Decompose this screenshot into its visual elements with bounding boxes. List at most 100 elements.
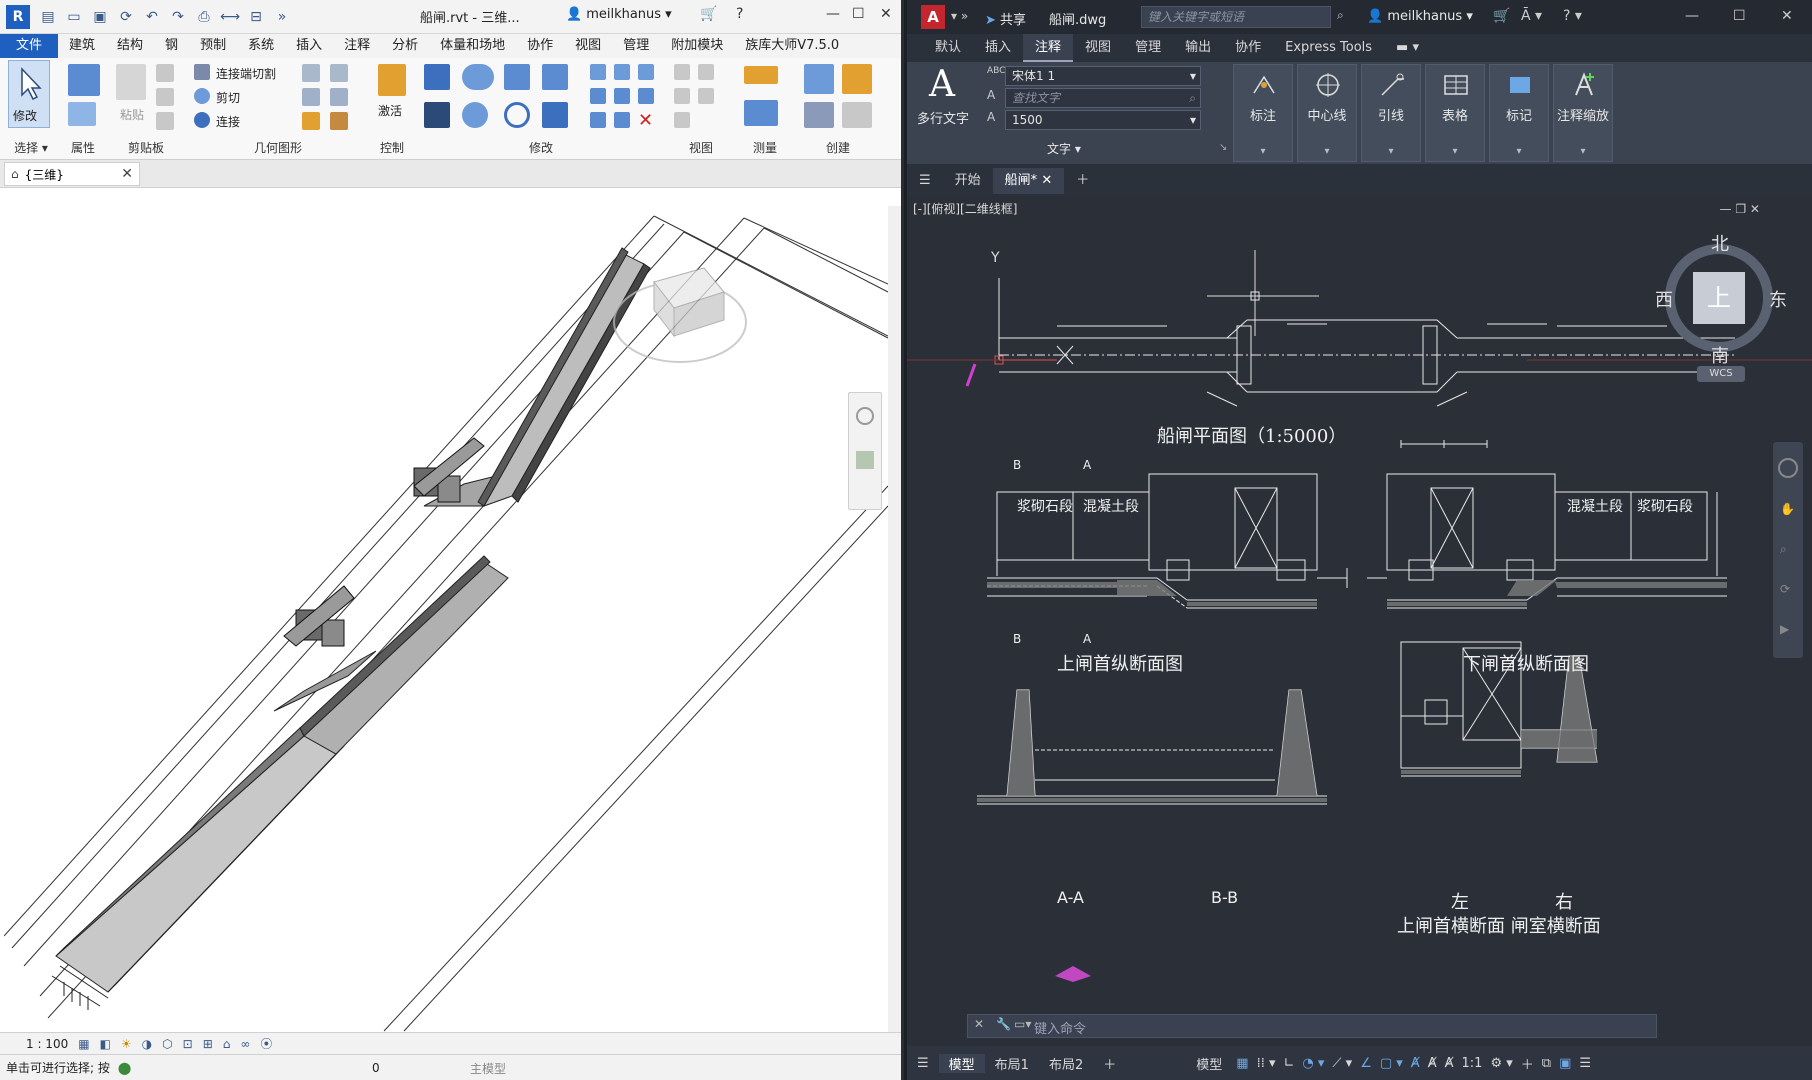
lock-view-icon[interactable]: ⌂ bbox=[223, 1037, 231, 1051]
menu-view[interactable]: 视图 bbox=[564, 34, 612, 58]
tab-view[interactable]: 视图 bbox=[1073, 34, 1123, 62]
trim-multiple-icon[interactable] bbox=[590, 112, 606, 128]
revit-user[interactable]: 👤 meilkhanus ▾ bbox=[566, 7, 672, 22]
worksharing-icon[interactable]: ⬤ bbox=[118, 1061, 131, 1075]
close-button[interactable]: ✕ bbox=[880, 6, 892, 22]
geometry-edit-icon[interactable] bbox=[302, 112, 320, 130]
tab-lock-dwg[interactable]: 船闸* ✕ bbox=[992, 168, 1065, 194]
menu-collaborate[interactable]: 协作 bbox=[516, 34, 564, 58]
tab-manage[interactable]: 管理 bbox=[1123, 34, 1173, 62]
view-hide-icon[interactable] bbox=[674, 64, 690, 80]
match-icon[interactable] bbox=[156, 112, 174, 130]
create-group-icon[interactable] bbox=[842, 64, 872, 94]
leader-button[interactable]: 引线 ▾ bbox=[1361, 64, 1421, 162]
scissors-icon[interactable] bbox=[156, 64, 174, 82]
mtext-button[interactable]: A 多行文字 bbox=[917, 64, 971, 134]
crop-icon[interactable]: ⊡ bbox=[183, 1037, 193, 1051]
viewcube-top-face[interactable]: 上 bbox=[1693, 272, 1745, 324]
menu-architecture[interactable]: 建筑 bbox=[58, 34, 106, 58]
scale-icon[interactable] bbox=[614, 88, 630, 104]
pan-icon[interactable]: ✋ bbox=[1780, 502, 1795, 516]
grid-icon[interactable]: ▦ bbox=[1232, 1056, 1252, 1071]
auto-scale-icon[interactable]: Ⱥ bbox=[1424, 1056, 1441, 1071]
create-similar-icon[interactable] bbox=[842, 102, 872, 128]
new-tab-button[interactable]: ＋ bbox=[1064, 168, 1101, 194]
compass-east[interactable]: 东 bbox=[1769, 286, 1787, 312]
hamburger-menu-icon[interactable]: ☰ bbox=[907, 168, 943, 194]
steering-wheel-icon[interactable] bbox=[1778, 458, 1798, 478]
keyword-search-input[interactable]: 键入关键字或短语 bbox=[1141, 6, 1331, 28]
plus-icon[interactable]: ＋ bbox=[1517, 1054, 1538, 1073]
tab-express-tools[interactable]: Express Tools bbox=[1273, 34, 1384, 62]
zoom-icon[interactable] bbox=[856, 451, 874, 469]
revit-vertical-scrollbar[interactable] bbox=[888, 206, 901, 1032]
menu-addins[interactable]: 附加模块 bbox=[660, 34, 734, 58]
menu-steel[interactable]: 钢 bbox=[154, 34, 189, 58]
cut-join-button[interactable]: 连接端切割 bbox=[216, 65, 276, 82]
array-icon[interactable] bbox=[590, 88, 606, 104]
tab-annotate[interactable]: 注释 bbox=[1023, 34, 1074, 62]
redo-icon[interactable]: ↷ bbox=[168, 7, 188, 27]
visual-style-icon[interactable]: ◧ bbox=[100, 1037, 111, 1051]
measure-icon[interactable]: ⟷ bbox=[220, 7, 240, 27]
text-style-select[interactable]: 宋体1 1 ▾ bbox=[1005, 66, 1201, 86]
isolate-icon[interactable]: ⧉ bbox=[1538, 1056, 1555, 1071]
open-icon[interactable]: ▭ bbox=[64, 7, 84, 27]
measure-tool-icon[interactable] bbox=[744, 66, 778, 84]
delete-icon[interactable]: ✕ bbox=[638, 110, 653, 131]
find-icon[interactable]: ⌕ bbox=[1189, 89, 1196, 107]
cut-join-icon[interactable] bbox=[194, 64, 210, 80]
tab-model[interactable]: 模型 bbox=[938, 1053, 985, 1073]
select-dropdown[interactable]: 选择 ▾ bbox=[4, 139, 58, 156]
close-command-icon[interactable]: ✕ bbox=[974, 1017, 984, 1031]
home-icon[interactable]: ▤ bbox=[38, 7, 58, 27]
spell-check-icon[interactable]: ABC bbox=[987, 66, 1005, 76]
layout-menu-icon[interactable]: ☰ bbox=[907, 1056, 939, 1071]
view-scale[interactable]: 1 : 100 bbox=[26, 1037, 68, 1051]
command-history-icon[interactable]: ▭▾ bbox=[1014, 1017, 1031, 1031]
revit-3d-viewport[interactable] bbox=[3, 206, 889, 1032]
unpin-icon[interactable] bbox=[638, 64, 654, 80]
new-layout-button[interactable]: ＋ bbox=[1093, 1054, 1126, 1073]
temp-hide-icon[interactable]: ∞ bbox=[240, 1037, 250, 1051]
autocad-logo[interactable]: A bbox=[921, 5, 945, 29]
minimize-button[interactable]: — bbox=[1685, 8, 1699, 24]
zoom-icon[interactable]: ⌕ bbox=[1780, 542, 1787, 557]
annotation-scale-status-icon[interactable]: Ⱥ bbox=[1441, 1056, 1458, 1071]
menu-analyze[interactable]: 分析 bbox=[381, 34, 429, 58]
wcs-menu[interactable]: WCS bbox=[1697, 366, 1745, 382]
extend-icon[interactable] bbox=[614, 112, 630, 128]
viewcube[interactable]: 上 北 南 西 东 WCS bbox=[1655, 234, 1787, 382]
annotation-visibility-icon[interactable]: Ⱥ bbox=[1407, 1056, 1424, 1071]
compass-south[interactable]: 南 bbox=[1711, 342, 1729, 368]
chevron-down-icon[interactable]: ▾ bbox=[665, 7, 672, 22]
workset-value[interactable]: 0 bbox=[372, 1061, 380, 1075]
help-icon[interactable]: ? ▾ bbox=[1563, 8, 1582, 24]
table-button[interactable]: 表格 ▾ bbox=[1425, 64, 1485, 162]
detail-level-icon[interactable]: ▦ bbox=[78, 1037, 89, 1051]
sync-icon[interactable]: ⟳ bbox=[116, 7, 136, 27]
crop-show-icon[interactable]: ⊞ bbox=[203, 1037, 213, 1051]
gear-icon[interactable]: ⚙ ▾ bbox=[1486, 1056, 1516, 1071]
minimize-button[interactable]: — bbox=[826, 6, 840, 22]
tag-icon[interactable]: ⊟ bbox=[246, 7, 266, 27]
dimension-tool-icon[interactable] bbox=[744, 100, 778, 126]
close-tab-icon[interactable]: ✕ bbox=[1041, 173, 1052, 188]
split-face-icon[interactable] bbox=[330, 64, 348, 82]
hardware-accel-icon[interactable]: ▣ bbox=[1555, 1056, 1575, 1071]
command-input[interactable]: 键入命令 bbox=[1034, 1018, 1086, 1037]
mirror-pick-icon[interactable] bbox=[504, 64, 530, 90]
tab-start[interactable]: 开始 bbox=[943, 168, 993, 194]
ribbon-display-toggle[interactable]: ▬ ▾ bbox=[1384, 34, 1431, 62]
type-properties-icon[interactable] bbox=[68, 102, 96, 126]
showmotion-icon[interactable]: ▶ bbox=[1780, 622, 1789, 636]
search-icon[interactable]: ⌕ bbox=[1337, 8, 1344, 23]
annotation-scaling-button[interactable]: 注释缩放 ▾ bbox=[1553, 64, 1613, 162]
menu-massing[interactable]: 体量和场地 bbox=[429, 34, 516, 58]
menu-file[interactable]: 文件 bbox=[0, 34, 59, 58]
modify-button[interactable]: 修改 bbox=[8, 60, 50, 128]
ortho-icon[interactable]: ∟ bbox=[1280, 1056, 1299, 1071]
main-model-selector[interactable]: 主模型 bbox=[470, 1060, 506, 1077]
autocad-user[interactable]: 👤 meilkhanus ▾ bbox=[1367, 9, 1473, 24]
split-icon[interactable] bbox=[590, 64, 606, 80]
